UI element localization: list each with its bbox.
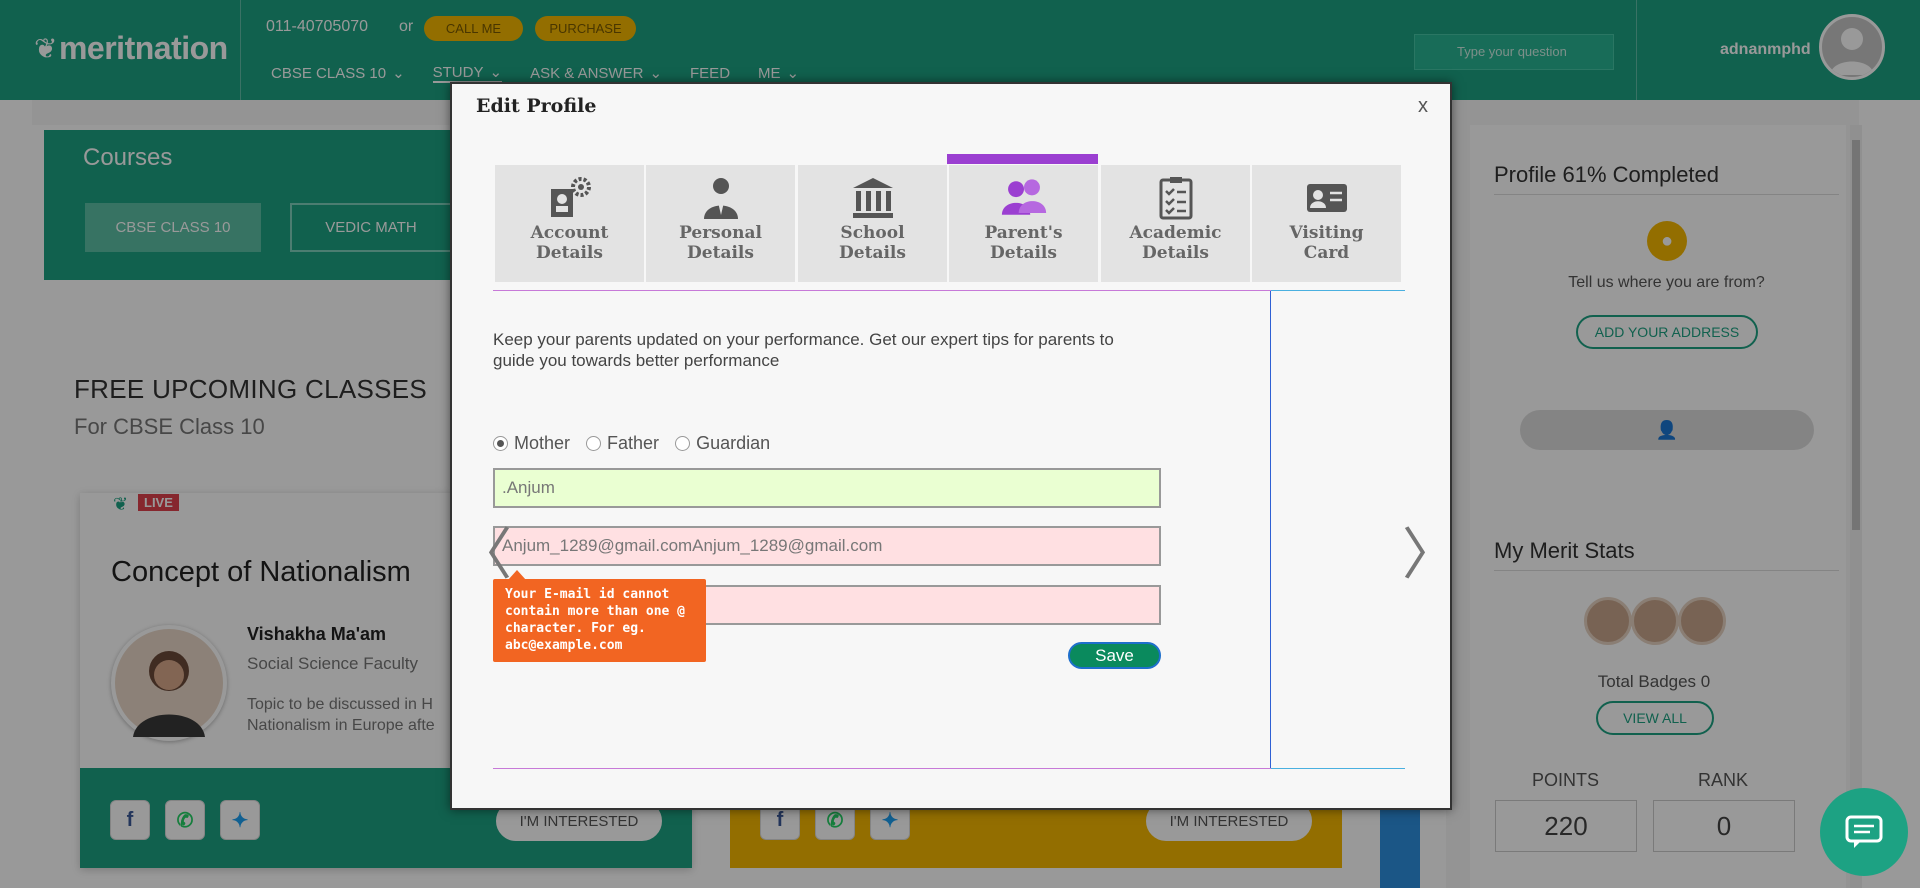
email-error-tooltip: Your E-mail id cannot contain more than … [493, 579, 706, 662]
tab-visiting-card[interactable]: Visiting Card [1252, 165, 1401, 282]
active-tab-indicator [947, 154, 1098, 164]
content-top-border [1271, 290, 1405, 291]
radio-button[interactable] [493, 436, 508, 451]
content-top-border [493, 290, 1405, 291]
modal-title: Edit Profile [476, 95, 597, 117]
parents-intro-text: Keep your parents updated on your perfor… [493, 330, 1114, 370]
chat-button[interactable] [1820, 788, 1908, 876]
content-bottom-border [1271, 768, 1405, 769]
person-tie-icon [698, 175, 744, 221]
parents-icon [1001, 175, 1047, 221]
next-arrow-icon[interactable]: 〉 [1402, 528, 1458, 584]
content-bottom-border [493, 768, 1405, 769]
close-button[interactable]: x [1418, 95, 1428, 118]
account-gear-icon [547, 175, 593, 221]
tab-academic-details[interactable]: Academic Details [1101, 165, 1250, 282]
radio-mother[interactable]: Mother [493, 433, 570, 454]
radio-guardian[interactable]: Guardian [675, 433, 770, 454]
parent-type-radio-group: Mother Father Guardian [493, 433, 778, 454]
radio-button[interactable] [586, 436, 602, 451]
tab-parents-details[interactable]: Parent's Details [949, 165, 1098, 282]
parent-email-field[interactable]: Anjum_1289@gmail.comAnjum_1289@gmail.com [493, 526, 1161, 566]
parent-name-field[interactable]: .Anjum [493, 468, 1161, 508]
tab-school-details[interactable]: School Details [798, 165, 947, 282]
previous-arrow-icon[interactable]: 〈 [456, 528, 512, 584]
tab-account-details[interactable]: Account Details [495, 165, 644, 282]
id-card-icon [1304, 175, 1350, 221]
building-columns-icon [850, 175, 896, 221]
radio-father[interactable]: Father [586, 433, 659, 454]
save-button[interactable]: Save [1068, 642, 1161, 669]
chat-bubble-icon [1845, 815, 1883, 848]
content-divider [1270, 291, 1271, 768]
radio-button[interactable] [675, 436, 691, 451]
clipboard-checklist-icon [1153, 175, 1199, 221]
tab-personal-details[interactable]: Personal Details [646, 165, 795, 282]
